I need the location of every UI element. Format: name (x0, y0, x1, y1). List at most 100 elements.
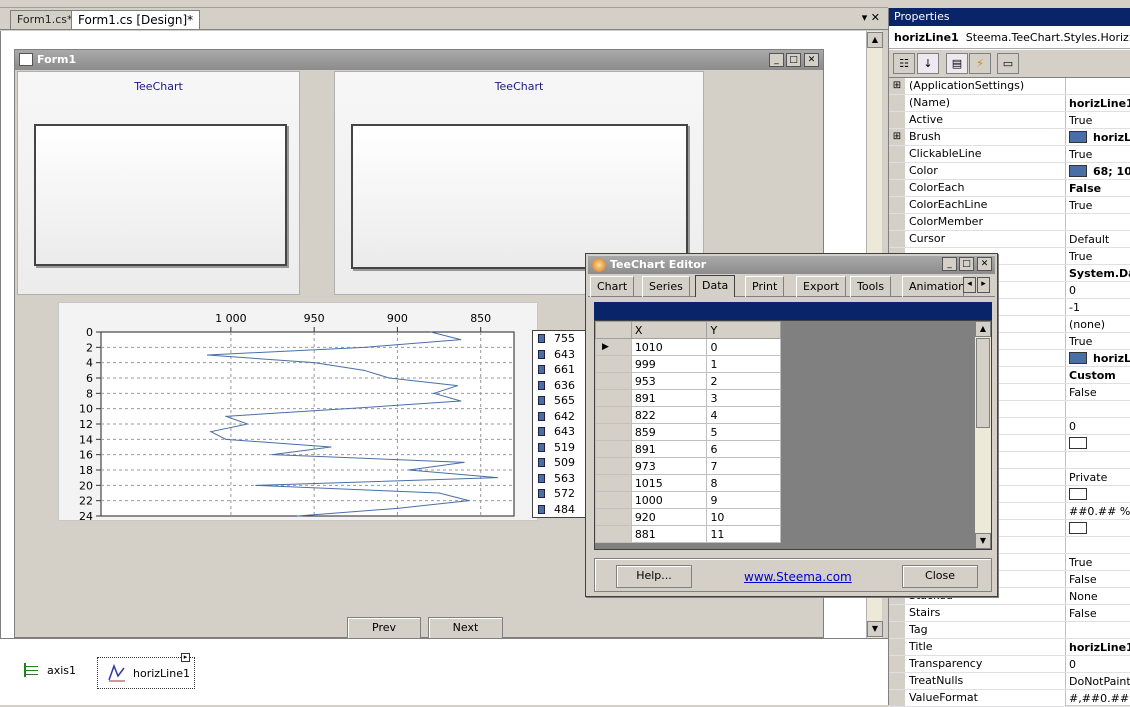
alphabetical-icon[interactable]: ↓ (917, 53, 939, 74)
property-row[interactable]: Cursor Default (889, 231, 1130, 248)
data-row[interactable]: 953 2 (595, 372, 781, 390)
property-row[interactable]: TreatNulls DoNotPaint (889, 673, 1130, 690)
row-indicator[interactable] (595, 440, 632, 458)
cell-y[interactable]: 8 (706, 474, 781, 492)
cell-x[interactable]: 973 (630, 457, 708, 475)
prev-button[interactable]: Prev (347, 617, 421, 639)
cell-x[interactable]: 891 (630, 440, 708, 458)
teechart-editor-dialog[interactable]: TeeChart Editor _ □ ✕ Chart Series Data … (585, 253, 998, 597)
property-value[interactable] (1066, 435, 1130, 451)
cell-y[interactable]: 11 (706, 525, 781, 543)
data-row[interactable]: 920 10 (595, 508, 781, 526)
close-icon[interactable]: ✕ (804, 53, 819, 67)
steema-link[interactable]: www.Steema.com (744, 570, 852, 584)
cell-y[interactable]: 0 (706, 338, 781, 356)
row-indicator[interactable] (595, 423, 632, 441)
data-row[interactable]: 999 1 (595, 355, 781, 373)
scroll-up-icon[interactable]: ▲ (975, 321, 991, 337)
categorized-icon[interactable]: ☷ (893, 53, 915, 74)
next-button[interactable]: Next (428, 617, 503, 639)
property-value[interactable]: 68; 102 (1066, 163, 1130, 179)
property-value[interactable]: ##0.## % (1066, 503, 1130, 519)
cell-y[interactable]: 1 (706, 355, 781, 373)
row-indicator[interactable] (595, 525, 632, 543)
property-value[interactable] (1066, 537, 1130, 553)
expand-icon[interactable]: ⊞ (889, 129, 905, 145)
teechart-1[interactable]: TeeChart (17, 71, 300, 295)
cell-y[interactable]: 6 (706, 440, 781, 458)
tab-scroll-left-icon[interactable]: ◂ (963, 277, 976, 293)
column-header-x[interactable]: X (630, 321, 708, 339)
cell-y[interactable]: 3 (706, 389, 781, 407)
property-row[interactable]: Tag (889, 622, 1130, 639)
tab-export[interactable]: Export (796, 276, 847, 297)
property-row[interactable]: Transparency 0 (889, 656, 1130, 673)
property-value[interactable]: System.Data (1066, 265, 1130, 281)
minimize-icon[interactable]: _ (942, 257, 957, 271)
tab-form1-code[interactable]: Form1.cs* (10, 10, 80, 29)
help-button[interactable]: Help... (616, 565, 692, 588)
maximize-icon[interactable]: □ (786, 53, 801, 67)
scroll-thumb[interactable] (976, 338, 990, 428)
data-row[interactable]: 1000 9 (595, 491, 781, 509)
data-row[interactable]: 881 11 (595, 525, 781, 543)
data-row[interactable]: ▶ 1010 0 (595, 338, 781, 356)
cell-x[interactable]: 859 (630, 423, 708, 441)
scroll-up-icon[interactable]: ▲ (867, 32, 883, 48)
tab-print[interactable]: Print (745, 276, 785, 297)
data-row[interactable]: 822 4 (595, 406, 781, 424)
property-value[interactable] (1066, 622, 1130, 638)
close-icon[interactable]: ✕ (977, 257, 992, 271)
property-value[interactable]: DoNotPaint (1066, 673, 1130, 689)
property-value[interactable]: True (1066, 248, 1130, 264)
events-icon[interactable]: ⚡ (969, 53, 991, 74)
cell-x[interactable]: 822 (630, 406, 708, 424)
row-indicator[interactable] (595, 491, 632, 509)
property-row[interactable]: ClickableLine True (889, 146, 1130, 163)
data-row[interactable]: 891 6 (595, 440, 781, 458)
property-row[interactable]: ⊞ (ApplicationSettings) (889, 78, 1130, 95)
property-row[interactable]: ColorMember (889, 214, 1130, 231)
property-value[interactable]: 0 (1066, 656, 1130, 672)
property-value[interactable]: True (1066, 112, 1130, 128)
data-row[interactable]: 973 7 (595, 457, 781, 475)
cell-y[interactable]: 7 (706, 457, 781, 475)
property-row[interactable]: Color 68; 102 (889, 163, 1130, 180)
tab-tools[interactable]: Tools (850, 276, 892, 297)
row-indicator[interactable] (595, 406, 632, 424)
property-value[interactable]: False (1066, 384, 1130, 400)
tab-series[interactable]: Series (642, 276, 690, 297)
property-value[interactable]: Default (1066, 231, 1130, 247)
row-indicator[interactable] (595, 355, 632, 373)
property-value[interactable] (1066, 401, 1130, 417)
property-value[interactable] (1066, 214, 1130, 230)
data-row[interactable]: 859 5 (595, 423, 781, 441)
property-row[interactable]: Active True (889, 112, 1130, 129)
property-value[interactable]: horizLine1 (1066, 95, 1130, 111)
tray-item-axis1[interactable]: axis1 (24, 663, 76, 677)
cell-x[interactable]: 881 (630, 525, 708, 543)
property-row[interactable]: (Name) horizLine1 (889, 95, 1130, 112)
property-value[interactable] (1066, 452, 1130, 468)
cell-y[interactable]: 10 (706, 508, 781, 526)
property-value[interactable]: 0 (1066, 418, 1130, 434)
property-row[interactable]: ColorEachLine True (889, 197, 1130, 214)
data-grid[interactable]: X Y ▶ 1010 0 999 1 953 2 891 3 822 4 859 5 891 6 973 7 10… (594, 320, 992, 550)
data-row[interactable]: 891 3 (595, 389, 781, 407)
property-value[interactable]: True (1066, 333, 1130, 349)
cell-x[interactable]: 920 (630, 508, 708, 526)
scroll-down-icon[interactable]: ▼ (867, 621, 883, 637)
property-value[interactable]: True (1066, 554, 1130, 570)
cell-y[interactable]: 2 (706, 372, 781, 390)
close-button[interactable]: Close (902, 565, 978, 588)
property-value[interactable]: horizLine1 (1066, 129, 1130, 145)
tab-scroll-right-icon[interactable]: ▸ (977, 277, 990, 293)
row-indicator[interactable] (595, 474, 632, 492)
cell-x[interactable]: 1010 (630, 338, 708, 356)
property-value[interactable]: -1 (1066, 299, 1130, 315)
cell-y[interactable]: 9 (706, 491, 781, 509)
property-row[interactable]: Stairs False (889, 605, 1130, 622)
property-value[interactable]: 0 (1066, 282, 1130, 298)
row-indicator[interactable]: ▶ (595, 338, 632, 356)
tab-animations[interactable]: Animations (902, 276, 964, 297)
